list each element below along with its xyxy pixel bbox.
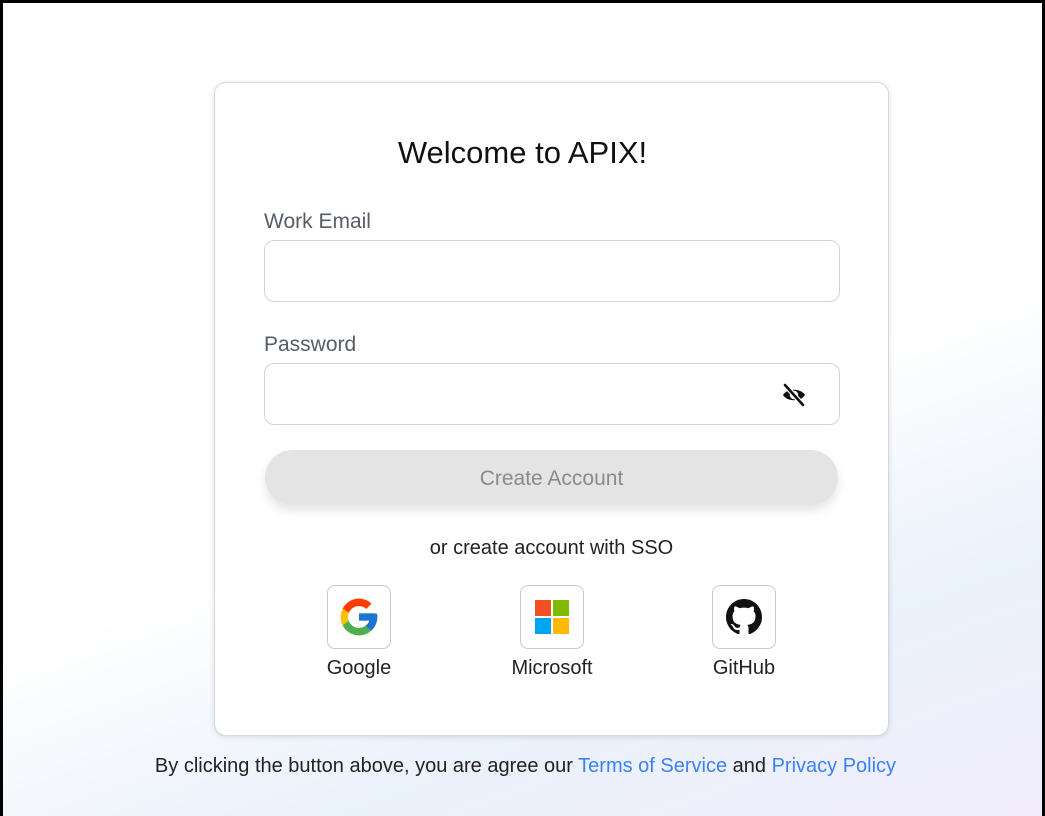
microsoft-icon (535, 600, 569, 634)
password-label: Password (264, 333, 357, 356)
create-account-button[interactable]: Create Account (265, 450, 838, 505)
terms-of-service-link[interactable]: Terms of Service (578, 755, 727, 777)
github-sso-button[interactable] (712, 585, 776, 649)
sso-google: Google (299, 585, 419, 680)
google-icon (340, 598, 378, 636)
email-field[interactable] (264, 240, 840, 302)
microsoft-sso-button[interactable] (520, 585, 584, 649)
password-field[interactable] (264, 363, 840, 425)
terms-notice-connector: and (727, 755, 772, 777)
terms-notice-prefix: By clicking the button above, you are ag… (154, 755, 579, 777)
terms-notice: By clicking the button above, you are ag… (3, 755, 1042, 778)
sso-github: GitHub (684, 585, 804, 680)
github-icon (726, 599, 762, 635)
toggle-password-visibility-button[interactable] (779, 381, 809, 409)
page-title: Welcome to APIX! (397, 135, 648, 170)
eye-slash-icon (782, 383, 806, 407)
sso-prompt: or create account with SSO (429, 537, 674, 559)
sso-microsoft: Microsoft (492, 585, 612, 680)
microsoft-label: Microsoft (511, 657, 593, 679)
google-sso-button[interactable] (327, 585, 391, 649)
page-frame: Welcome to APIX! Work Email Password Cre… (0, 0, 1045, 816)
google-label: Google (326, 657, 392, 679)
email-label: Work Email (264, 210, 371, 233)
github-label: GitHub (712, 657, 776, 679)
privacy-policy-link[interactable]: Privacy Policy (772, 755, 896, 777)
